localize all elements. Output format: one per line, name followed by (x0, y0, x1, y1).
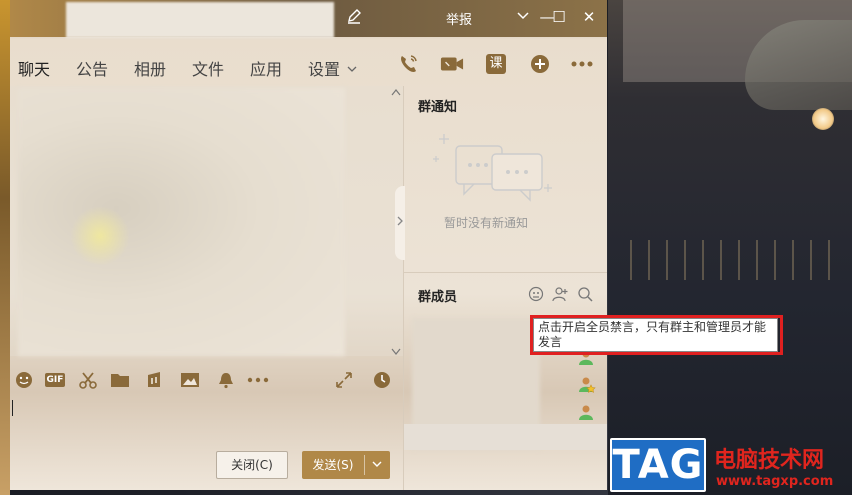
empty-notice-illustration (430, 128, 560, 208)
more-tools-icon[interactable] (246, 370, 270, 390)
chevron-down-icon[interactable] (346, 60, 358, 79)
maximize-button[interactable]: ☐ (548, 6, 570, 28)
dropdown-icon[interactable] (512, 6, 534, 28)
gif-icon[interactable]: GIF (44, 370, 66, 390)
edit-icon[interactable] (346, 8, 364, 26)
title-bar: 举报 — ☐ ✕ (10, 0, 607, 38)
scissors-icon[interactable] (78, 370, 98, 390)
history-icon[interactable] (372, 370, 392, 390)
expand-icon[interactable] (334, 370, 354, 390)
gif-label: GIF (44, 373, 66, 387)
watermark: TAG 电脑技术网 www.tagxp.com (610, 436, 850, 494)
notice-title: 群通知 (418, 100, 458, 115)
tab-bar: 聊天 公告 相册 文件 应用 设置 (10, 50, 607, 84)
class-icon[interactable]: 课 (484, 52, 508, 76)
blurred-highlight (70, 206, 130, 266)
wallpaper-lantern (812, 108, 834, 130)
report-link[interactable]: 举报 (446, 9, 472, 28)
class-glyph: 课 (486, 54, 506, 74)
scroll-down-icon[interactable] (391, 348, 401, 359)
send-separator (364, 455, 365, 475)
tab-chat[interactable]: 聊天 (18, 56, 50, 80)
search-icon[interactable] (577, 286, 593, 302)
send-button[interactable]: 发送(S) (302, 451, 390, 479)
folder-icon[interactable] (110, 370, 130, 390)
add-app-icon[interactable] (528, 52, 552, 76)
section-divider (404, 272, 607, 273)
wallpaper-lights (630, 240, 830, 280)
tab-files[interactable]: 文件 (192, 56, 224, 80)
video-icon[interactable] (440, 52, 464, 76)
watermark-site-name: 电脑技术网 (714, 448, 825, 473)
music-icon[interactable] (144, 370, 164, 390)
mute-all-icon[interactable] (528, 286, 544, 302)
group-chat-window: 举报 — ☐ ✕ 聊天 公告 相册 文件 应用 设置 课 GIF 关闭(C) 发… (10, 0, 607, 490)
group-name-blurred (66, 2, 334, 38)
message-input[interactable] (10, 394, 403, 446)
collapse-panel-handle[interactable] (395, 186, 405, 260)
watermark-url: www.tagxp.com (716, 474, 834, 489)
emoji-icon[interactable] (14, 370, 34, 390)
blurred-messages (18, 88, 345, 356)
admin-avatar-icon (578, 376, 596, 393)
close-window-button[interactable]: ✕ (578, 6, 600, 28)
wallpaper-left-strip (0, 0, 10, 495)
input-toolbar: GIF (10, 364, 403, 394)
highlight-frame (530, 315, 783, 355)
send-label: 发送(S) (312, 458, 354, 472)
empty-notice-text: 暂时没有新通知 (444, 216, 529, 230)
image-icon[interactable] (180, 370, 200, 390)
phone-icon[interactable] (396, 52, 420, 76)
more-icon[interactable] (570, 52, 594, 76)
member-avatar-icon (578, 404, 594, 420)
add-member-icon[interactable] (552, 286, 568, 302)
tab-apps[interactable]: 应用 (250, 56, 282, 80)
bell-icon[interactable] (216, 370, 236, 390)
tab-settings[interactable]: 设置 (308, 56, 340, 80)
message-area[interactable] (10, 86, 403, 356)
tab-announcement[interactable]: 公告 (76, 56, 108, 80)
close-button[interactable]: 关闭(C) (216, 451, 288, 479)
watermark-logo: TAG (610, 438, 706, 492)
tab-album[interactable]: 相册 (134, 56, 166, 80)
member-row-selected[interactable] (404, 424, 607, 450)
members-title: 群成员 (418, 290, 458, 305)
send-options-icon[interactable] (368, 451, 386, 479)
text-caret (12, 400, 13, 416)
scroll-up-icon[interactable] (391, 88, 401, 99)
